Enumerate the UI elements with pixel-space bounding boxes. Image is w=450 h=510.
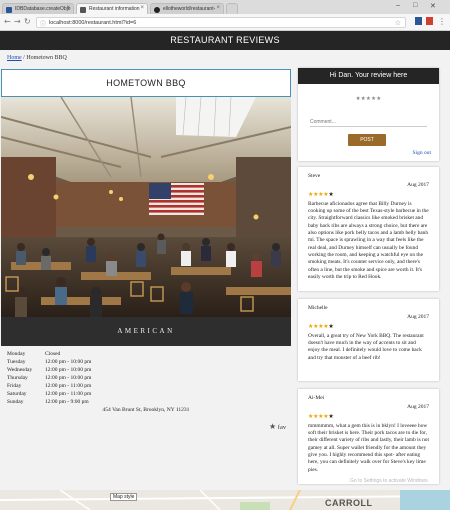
hours-day: Sunday bbox=[7, 399, 24, 405]
close-tab-icon[interactable]: × bbox=[140, 5, 144, 11]
restaurant-cuisine: AMERICAN bbox=[1, 317, 291, 346]
hours-day: Saturday bbox=[7, 391, 27, 397]
reviewer-name: Ai-Mei bbox=[308, 395, 325, 401]
new-tab-button[interactable] bbox=[226, 3, 238, 14]
favorite-label: fav bbox=[277, 424, 287, 431]
breadcrumb: Home / Hometown BBQ bbox=[7, 55, 67, 61]
reviewer-name: Michelle bbox=[308, 305, 328, 311]
back-icon[interactable]: ← bbox=[4, 17, 11, 26]
hours-time: 12:00 pm - 10:00 pm bbox=[45, 367, 92, 373]
comment-input[interactable] bbox=[310, 117, 427, 127]
restaurant-address: 454 Van Brunt St, Brooklyn, NY 11231 bbox=[102, 407, 190, 413]
post-button[interactable]: POST bbox=[348, 134, 386, 146]
restaurant-photo-image bbox=[1, 97, 291, 317]
hours-day: Thursday bbox=[7, 375, 28, 381]
close-tab-icon[interactable]: × bbox=[216, 5, 220, 11]
hours-row: Thursday 12:00 pm - 10:00 pm bbox=[7, 374, 91, 382]
review-text: Barbecue aficionados agree that Billy Du… bbox=[308, 200, 429, 280]
info-icon: ⓘ bbox=[40, 22, 47, 28]
minimize-icon[interactable]: – bbox=[396, 2, 400, 9]
map-neighborhood-label: CARROLL bbox=[325, 498, 373, 508]
map-style-button[interactable]: Map style bbox=[110, 493, 138, 501]
hours-time: 12:00 pm - 11:00 pm bbox=[45, 391, 92, 397]
restaurant-name: HOMETOWN BBQ bbox=[1, 69, 291, 97]
hours-row: Saturday 12:00 pm - 11:00 pm bbox=[7, 390, 91, 398]
windows-activation-watermark: Go to Settings to activate Windows. bbox=[350, 478, 429, 484]
hours-table: Monday Closed Tuesday 12:00 pm - 10:00 pm … bbox=[7, 350, 91, 406]
hours-row: Sunday 12:00 pm - 9:00 pm bbox=[7, 398, 91, 406]
review-card: Michelle Aug 2017 ★★★★★ Overall, a great… bbox=[298, 299, 439, 381]
browser-tab-label: Restaurant information bbox=[89, 6, 140, 12]
bookmark-star-icon[interactable]: ☆ bbox=[395, 19, 401, 27]
url-input[interactable]: ⓘ localhost:8000/restaurant.html?id=6 ☆ bbox=[36, 17, 406, 28]
review-rating-stars: ★★★★★ bbox=[308, 323, 334, 330]
hours-row: Tuesday 12:00 pm - 10:00 pm bbox=[7, 358, 91, 366]
maximize-icon[interactable]: □ bbox=[413, 2, 417, 9]
close-tab-icon[interactable]: × bbox=[66, 5, 70, 11]
site-header: RESTAURANT REVIEWS bbox=[0, 31, 450, 50]
site-title[interactable]: RESTAURANT REVIEWS bbox=[170, 35, 280, 45]
review-form-heading: Hi Dan. Your review here bbox=[298, 68, 439, 84]
map-tiles bbox=[0, 490, 450, 510]
forward-icon[interactable]: → bbox=[14, 17, 21, 26]
hours-day: Tuesday bbox=[7, 359, 26, 365]
browser-tab-label: ellotheworld/restaurant- bbox=[163, 6, 216, 12]
review-form: Hi Dan. Your review here ★★★★★ POST Sign… bbox=[298, 68, 439, 161]
page-favicon-icon bbox=[80, 6, 86, 13]
extension-icon[interactable] bbox=[415, 17, 422, 25]
url-text: localhost:8000/restaurant.html?id=6 bbox=[49, 20, 137, 26]
browser-tab-active[interactable]: Restaurant information × bbox=[76, 3, 148, 14]
address-bar-row: ← → ↻ ⓘ localhost:8000/restaurant.html?i… bbox=[0, 14, 450, 31]
hours-row: Monday Closed bbox=[7, 350, 91, 358]
rating-input[interactable]: ★★★★★ bbox=[298, 96, 439, 102]
hours-row: Wednesday 12:00 pm - 10:00 pm bbox=[7, 366, 91, 374]
sign-out-link[interactable]: Sign out bbox=[413, 150, 432, 156]
review-card: Steve Aug 2017 ★★★★★ Barbecue aficionado… bbox=[298, 167, 439, 291]
breadcrumb-current: / Hometown BBQ bbox=[23, 55, 67, 61]
reload-icon[interactable]: ↻ bbox=[24, 17, 31, 26]
browser-tab[interactable]: ellotheworld/restaurant- × bbox=[150, 3, 224, 14]
map[interactable]: Map style CARROLL bbox=[0, 490, 450, 510]
review-card: Ai-Mei Aug 2017 ★★★★★ mmmmmm, what a gem… bbox=[298, 389, 439, 484]
reviewer-name: Steve bbox=[308, 173, 321, 179]
breadcrumb-home-link[interactable]: Home bbox=[7, 55, 22, 61]
hours-day: Friday bbox=[7, 383, 22, 389]
review-date: Aug 2017 bbox=[407, 314, 429, 321]
favorite-button[interactable]: ★ fav bbox=[269, 422, 286, 431]
page-favicon-icon bbox=[6, 6, 12, 13]
browser-tab-bar: IDBDatabase.createObje × Restaurant info… bbox=[0, 0, 450, 14]
hours-row: Friday 12:00 pm - 11:00 pm bbox=[7, 382, 91, 390]
extension-icon[interactable] bbox=[426, 17, 433, 25]
review-rating-stars: ★★★★★ bbox=[308, 413, 334, 420]
star-icon: ★ bbox=[269, 422, 277, 431]
hours-day: Wednesday bbox=[7, 367, 33, 373]
hours-time: Closed bbox=[45, 351, 61, 357]
review-text: Overall, a great try of New York BBQ. Th… bbox=[308, 332, 424, 361]
hours-time: 12:00 pm - 10:00 pm bbox=[45, 359, 92, 365]
hours-day: Monday bbox=[7, 351, 26, 357]
hours-time: 12:00 pm - 9:00 pm bbox=[45, 399, 89, 405]
restaurant-photo bbox=[1, 97, 291, 317]
browser-tab-label: IDBDatabase.createObje bbox=[15, 6, 71, 12]
review-rating-stars: ★★★★★ bbox=[308, 191, 334, 198]
review-date: Aug 2017 bbox=[407, 182, 429, 189]
browser-tab[interactable]: IDBDatabase.createObje × bbox=[2, 3, 74, 14]
browser-menu-icon[interactable]: ⋮ bbox=[438, 17, 446, 26]
review-text: mmmmmm, what a gem this is in bklyn! I l… bbox=[308, 422, 429, 473]
github-icon bbox=[154, 6, 160, 13]
review-date: Aug 2017 bbox=[407, 404, 429, 411]
hours-time: 12:00 pm - 10:00 pm bbox=[45, 375, 92, 381]
hours-time: 12:00 pm - 11:00 pm bbox=[45, 383, 92, 389]
window-close-icon[interactable]: ✕ bbox=[430, 2, 436, 10]
